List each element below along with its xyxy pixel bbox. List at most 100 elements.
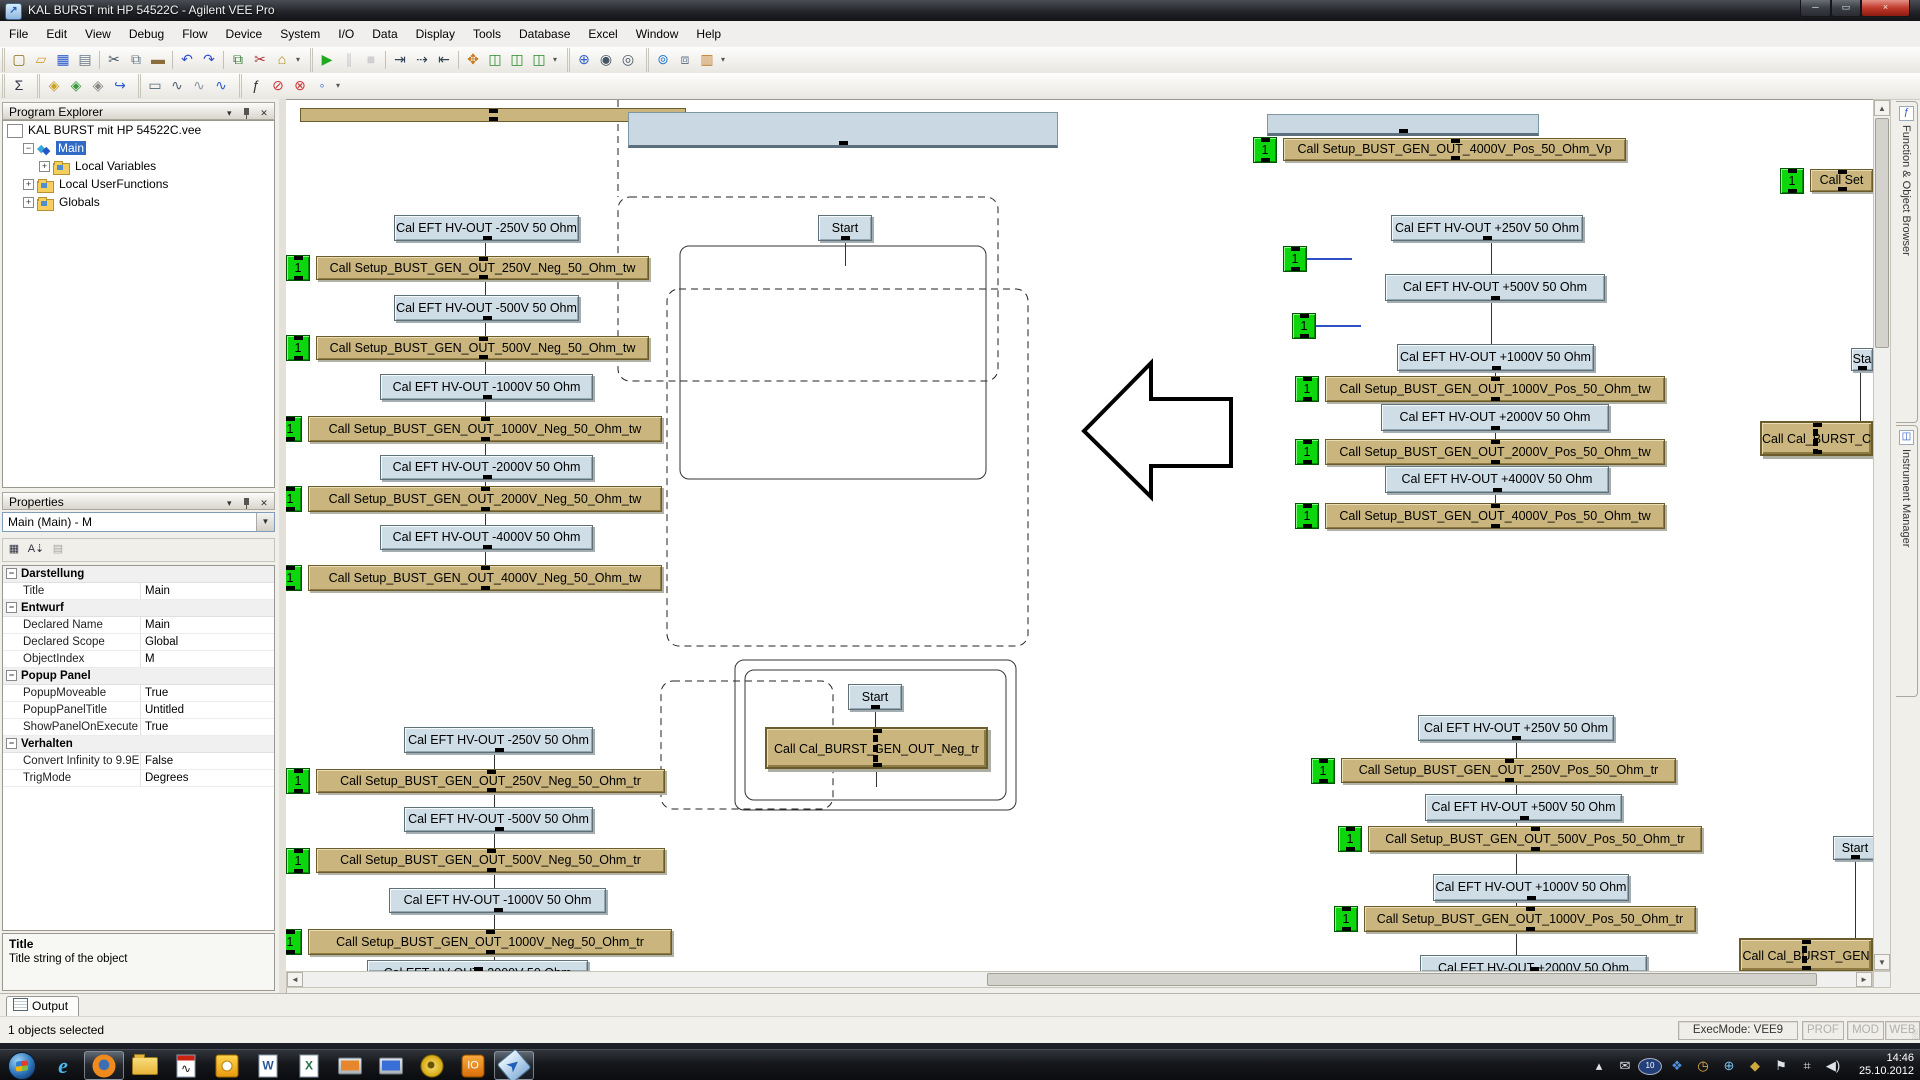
- program-canvas[interactable]: Start Cal EFT HV-OUT -250V 50 Ohm Call Set…: [286, 99, 1873, 972]
- sequence-counter-node[interactable]: 1: [1283, 246, 1307, 272]
- select-data-icon[interactable]: Σ: [8, 75, 30, 97]
- property-value[interactable]: Untitled: [141, 702, 184, 718]
- panel-menu-icon[interactable]: ▾: [222, 497, 236, 510]
- call-function-node[interactable]: Call Setup_BUST_GEN_OUT_4000V_Pos_50_Ohm…: [1283, 138, 1626, 161]
- sequence-counter-node[interactable]: 1: [286, 848, 310, 874]
- cal-button-node[interactable]: Cal EFT HV-OUT +2000V 50 Ohm: [1381, 404, 1609, 431]
- property-row[interactable]: Convert Infinity to 9.9EFalse: [3, 753, 274, 770]
- property-row[interactable]: Declared NameMain: [3, 617, 274, 634]
- property-value[interactable]: True: [141, 685, 168, 701]
- cal-button-node[interactable]: Cal EFT HV-OUT -250V 50 Ohm: [404, 727, 593, 753]
- start-button-node[interactable]: Start: [848, 684, 902, 710]
- cal-button-node[interactable]: Cal EFT HV-OUT -1000V 50 Ohm: [380, 374, 593, 400]
- dropbox-icon[interactable]: ❖: [1666, 1058, 1688, 1074]
- tree-item-local-userfunctions[interactable]: +Local UserFunctions: [3, 175, 274, 193]
- scroll-right-icon[interactable]: ►: [1856, 972, 1872, 987]
- windows-explorer-icon[interactable]: [125, 1051, 165, 1080]
- sequence-counter-node[interactable]: 1: [1295, 376, 1319, 402]
- sequence-counter-node[interactable]: 1: [1292, 313, 1316, 339]
- cal-button-node[interactable]: Cal EFT HV-OUT +250V 50 Ohm: [1391, 215, 1583, 241]
- paste-icon[interactable]: ▬: [147, 49, 169, 71]
- save-icon[interactable]: ▦: [52, 49, 74, 71]
- menu-help[interactable]: Help: [687, 21, 730, 41]
- property-value[interactable]: Degrees: [141, 770, 188, 786]
- chevron-down-icon[interactable]: ▼: [256, 513, 274, 531]
- start-button-node[interactable]: Start: [818, 215, 872, 241]
- print-icon[interactable]: ▤: [74, 49, 96, 71]
- menu-tools[interactable]: Tools: [464, 21, 510, 41]
- toolbar-overflow-icon[interactable]: ▾: [718, 48, 728, 72]
- collapse-icon[interactable]: −: [6, 568, 17, 579]
- property-row[interactable]: PopupMoveableTrue: [3, 685, 274, 702]
- redo-icon[interactable]: ↷: [198, 49, 220, 71]
- agilent-io-icon[interactable]: IO: [453, 1051, 493, 1080]
- import-icon[interactable]: ↪: [109, 75, 131, 97]
- xy-display-icon[interactable]: ∿: [166, 75, 188, 97]
- sequence-counter-node[interactable]: 1: [286, 335, 310, 361]
- property-row[interactable]: Declared ScopeGlobal: [3, 634, 274, 651]
- firefox-icon[interactable]: [84, 1051, 124, 1080]
- call-function-node[interactable]: Call Setup_BUST_GEN_OUT_2000V_Neg_50_Ohm…: [308, 486, 662, 512]
- property-value[interactable]: Main: [141, 617, 170, 633]
- userobject-node-partial[interactable]: [1267, 114, 1539, 136]
- step-out-icon[interactable]: ⇤: [433, 49, 455, 71]
- sequence-counter-node[interactable]: 1: [286, 416, 302, 442]
- menu-database[interactable]: Database: [510, 21, 579, 41]
- panel-icon[interactable]: ▥: [696, 49, 718, 71]
- sequence-counter-node[interactable]: 1: [286, 768, 310, 794]
- expand-icon[interactable]: +: [23, 179, 34, 190]
- step-over-icon[interactable]: ⇢: [411, 49, 433, 71]
- waveform-icon[interactable]: ∿: [210, 75, 232, 97]
- pan-icon[interactable]: ✥: [462, 49, 484, 71]
- call-function-node[interactable]: Call Setup_BUST_GEN_OUT_4000V_Neg_50_Ohm…: [308, 565, 662, 591]
- start-button-node[interactable]: Sta: [1851, 348, 1873, 371]
- screen-icon[interactable]: ⧈: [674, 49, 696, 71]
- copy-icon[interactable]: ⧉: [125, 49, 147, 71]
- new-data-icon[interactable]: ◈: [43, 75, 65, 97]
- sequence-counter-node[interactable]: 1: [1311, 758, 1335, 784]
- call-function-node[interactable]: Call Setup_BUST_GEN_OUT_500V_Pos_50_Ohm_…: [1368, 826, 1702, 852]
- property-value[interactable]: M: [141, 651, 155, 667]
- cut-icon[interactable]: ✂: [103, 49, 125, 71]
- sequence-counter-node[interactable]: 1: [286, 929, 302, 955]
- cal-button-node[interactable]: Cal EFT HV-OUT -500V 50 Ohm: [394, 295, 579, 321]
- call-function-node[interactable]: Call Set: [1810, 169, 1873, 192]
- web-icon[interactable]: ⊚: [652, 49, 674, 71]
- toolbar-overflow-icon[interactable]: ▾: [293, 48, 303, 72]
- menu-io[interactable]: I/O: [329, 21, 363, 41]
- tab-instrument-manager[interactable]: ◫ Instrument Manager: [1896, 425, 1918, 697]
- formula-icon[interactable]: ƒ: [245, 75, 267, 97]
- cal-button-node[interactable]: Cal EFT HV-OUT -2000V 50 Ohm: [380, 455, 593, 480]
- status-toggle-mod[interactable]: MOD: [1847, 1021, 1884, 1040]
- property-value[interactable]: Global: [141, 634, 178, 650]
- chart-app-icon[interactable]: ∿: [166, 1051, 206, 1080]
- tree-item-globals[interactable]: +Globals: [3, 193, 274, 211]
- call-function-node[interactable]: Call Cal_BURST_GEN_OUT_Neg_tr: [765, 727, 988, 769]
- start-orb[interactable]: [2, 1051, 42, 1080]
- property-row[interactable]: PopupPanelTitleUntitled: [3, 702, 274, 719]
- panel-pin-icon[interactable]: [240, 107, 254, 120]
- close-button[interactable]: ×: [1861, 0, 1910, 17]
- call-function-node[interactable]: Call Setup_BUST_GEN_OUT_1000V_Neg_50_Ohm…: [308, 416, 662, 442]
- cal-button-node[interactable]: Cal EFT HV-OUT +250V 50 Ohm: [1418, 715, 1614, 741]
- round-yellow-app-icon[interactable]: [412, 1051, 452, 1080]
- stop-sign-icon[interactable]: ⊘: [267, 75, 289, 97]
- menu-file[interactable]: File: [0, 21, 37, 41]
- open-folder-icon[interactable]: ▱: [30, 49, 52, 71]
- menu-flow[interactable]: Flow: [173, 21, 216, 41]
- edit-data-icon[interactable]: ◈: [87, 75, 109, 97]
- scroll-down-icon[interactable]: ▼: [1874, 954, 1890, 970]
- sequence-counter-node[interactable]: 1: [1338, 826, 1362, 852]
- vee-pro-icon[interactable]: ➤: [494, 1051, 534, 1080]
- vertical-scroll-thumb[interactable]: [1875, 118, 1889, 348]
- run-icon[interactable]: ▶: [316, 49, 338, 71]
- call-function-node[interactable]: Call Setup_BUST_GEN_OUT_4000V_Pos_50_Ohm…: [1325, 503, 1665, 529]
- clone-window-icon[interactable]: ⧉: [227, 49, 249, 71]
- tree-item-kal-burst-mit-hp-54522c-vee[interactable]: KAL BURST mit HP 54522C.vee: [3, 121, 274, 139]
- call-function-node[interactable]: Call Setup_BUST_GEN_OUT_250V_Pos_50_Ohm_…: [1341, 758, 1676, 783]
- sequence-counter-node[interactable]: 1: [286, 255, 310, 281]
- zoom-icon[interactable]: ⊕: [573, 49, 595, 71]
- call-function-node[interactable]: Call Cal_BURST_GEN: [1739, 938, 1873, 972]
- new-file-icon[interactable]: ▢: [8, 49, 30, 71]
- menu-display[interactable]: Display: [407, 21, 464, 41]
